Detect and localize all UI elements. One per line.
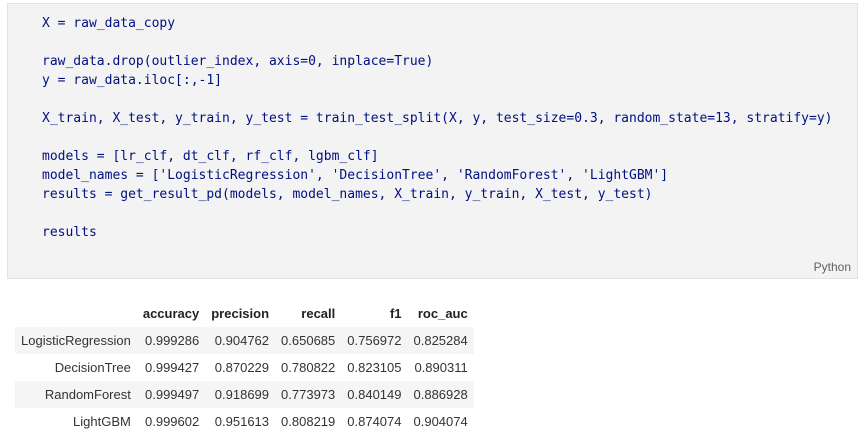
table-row: DecisionTree 0.999427 0.870229 0.780822 … xyxy=(15,354,474,381)
code-line: results xyxy=(42,225,97,240)
table-row: RandomForest 0.999497 0.918699 0.773973 … xyxy=(15,381,474,408)
table-cell: 0.918699 xyxy=(214,387,270,402)
code-line: X_train, X_test, y_train, y_test = train… xyxy=(42,111,833,126)
index-header xyxy=(15,300,137,327)
cell-language-label[interactable]: Python xyxy=(814,260,851,274)
row-index: DecisionTree xyxy=(54,360,131,375)
code-line: raw_data.drop(outlier_index, axis=0, inp… xyxy=(42,54,434,69)
code-line: models = [lr_clf, dt_clf, rf_clf, lgbm_c… xyxy=(42,149,379,164)
table-cell: 0.999602 xyxy=(145,414,200,429)
column-header-precision: precision xyxy=(211,306,270,321)
column-header-recall: recall xyxy=(301,306,336,321)
code-cell[interactable]: X = raw_data_copy raw_data.drop(outlier_i… xyxy=(7,3,858,279)
code-line: model_names = ['LogisticRegression', 'De… xyxy=(42,168,669,183)
code-line: y = raw_data.iloc[:,-1] xyxy=(42,73,223,88)
table-cell: 0.825284 xyxy=(413,333,468,348)
table-row: LightGBM 0.999602 0.951613 0.808219 0.87… xyxy=(15,408,474,435)
table-cell: 0.870229 xyxy=(214,360,270,375)
table-header-row: accuracy precision recall f1 roc_auc xyxy=(15,300,474,327)
table-cell: 0.773973 xyxy=(281,387,336,402)
table-cell: 0.890311 xyxy=(414,360,468,375)
table-cell: 0.780822 xyxy=(281,360,336,375)
table-cell: 0.874074 xyxy=(347,414,402,429)
code-line: results = get_result_pd(models, model_na… xyxy=(42,187,653,202)
row-index: LogisticRegression xyxy=(21,333,131,348)
table-cell: 0.904074 xyxy=(413,414,468,429)
column-header-accuracy: accuracy xyxy=(142,306,200,321)
table-cell: 0.999427 xyxy=(145,360,200,375)
table-cell: 0.808219 xyxy=(281,414,336,429)
table-cell: 0.999497 xyxy=(145,387,200,402)
code-line: X = raw_data_copy xyxy=(42,16,176,31)
table-cell: 0.999286 xyxy=(145,333,200,348)
column-header-f1: f1 xyxy=(389,306,402,321)
column-header-roc-auc: roc_auc xyxy=(417,306,468,321)
row-index: RandomForest xyxy=(44,387,131,402)
table-cell: 0.650685 xyxy=(281,333,336,348)
cell-output: accuracy precision recall f1 roc_auc Log… xyxy=(15,300,474,435)
code-editor[interactable]: X = raw_data_copy raw_data.drop(outlier_i… xyxy=(42,14,833,242)
table-row: LogisticRegression 0.999286 0.904762 0.6… xyxy=(15,327,474,354)
table-cell: 0.904762 xyxy=(214,333,270,348)
row-index: LightGBM xyxy=(73,414,131,429)
results-dataframe: accuracy precision recall f1 roc_auc Log… xyxy=(15,300,474,435)
table-cell: 0.756972 xyxy=(347,333,402,348)
table-cell: 0.840149 xyxy=(347,387,402,402)
table-cell: 0.823105 xyxy=(347,360,402,375)
table-cell: 0.951613 xyxy=(214,414,270,429)
table-cell: 0.886928 xyxy=(413,387,468,402)
